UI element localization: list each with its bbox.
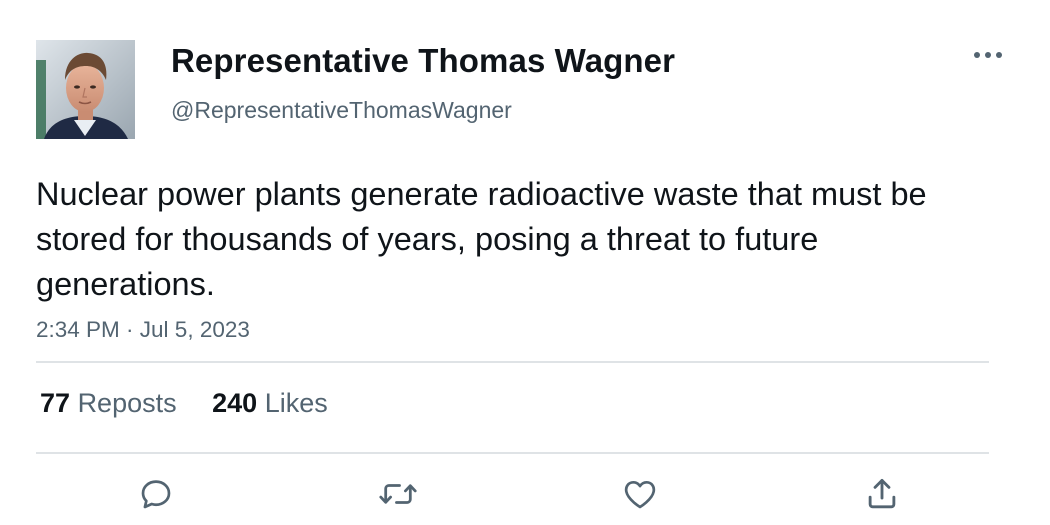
repost-button[interactable] bbox=[378, 474, 418, 514]
more-horizontal-icon bbox=[974, 52, 1002, 58]
heart-icon bbox=[624, 480, 656, 509]
likes-label: Likes bbox=[264, 388, 328, 418]
share-icon bbox=[868, 478, 896, 509]
likes-count: 240 bbox=[212, 388, 258, 418]
reposts-stat[interactable]: 77 Reposts bbox=[40, 388, 177, 419]
divider bbox=[36, 361, 989, 363]
display-name[interactable]: Representative Thomas Wagner bbox=[171, 42, 675, 80]
tweet-timestamp[interactable]: 2:34 PM · Jul 5, 2023 bbox=[36, 317, 250, 343]
engagement-stats: 77 Reposts 240 Likes bbox=[40, 388, 356, 419]
reply-icon bbox=[141, 480, 171, 509]
user-handle[interactable]: @RepresentativeThomasWagner bbox=[171, 97, 512, 124]
likes-stat[interactable]: 240 Likes bbox=[212, 388, 328, 419]
more-options-button[interactable] bbox=[970, 40, 1006, 70]
divider bbox=[36, 452, 989, 454]
repost-icon bbox=[379, 484, 417, 504]
like-button[interactable] bbox=[620, 474, 660, 514]
action-bar bbox=[0, 474, 1050, 514]
reply-button[interactable] bbox=[136, 474, 176, 514]
share-button[interactable] bbox=[862, 474, 902, 514]
reposts-label: Reposts bbox=[77, 388, 177, 418]
tweet-text: Nuclear power plants generate radioactiv… bbox=[36, 176, 927, 302]
avatar[interactable] bbox=[36, 40, 135, 139]
profile-photo bbox=[36, 40, 135, 139]
reposts-count: 77 bbox=[40, 388, 71, 418]
tweet-card: Representative Thomas Wagner @Representa… bbox=[0, 0, 1050, 525]
